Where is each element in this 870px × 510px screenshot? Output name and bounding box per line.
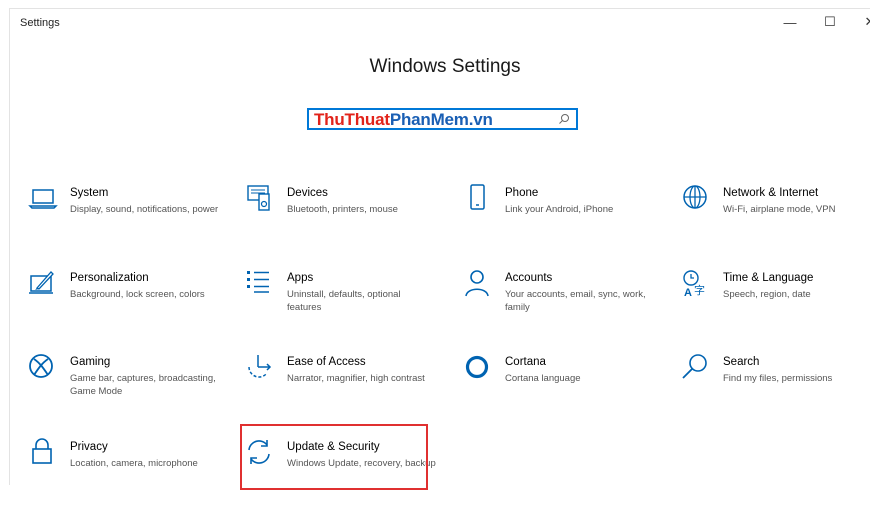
tile-time-language[interactable]: A 字 Time & Language Speech, region, date: [681, 269, 870, 341]
tile-description: Cortana language: [505, 373, 581, 384]
tile-label: Devices: [287, 187, 328, 199]
tile-label: Apps: [287, 272, 314, 284]
search-box[interactable]: ThuThuatPhanMem.vn: [307, 108, 578, 130]
tile-label: Time & Language: [723, 272, 814, 284]
globe-icon: [683, 185, 707, 209]
tile-personalization[interactable]: Personalization Background, lock screen,…: [28, 269, 238, 341]
tile-network[interactable]: Network & Internet Wi-Fi, airplane mode,…: [681, 184, 870, 256]
close-button[interactable]: ✕: [850, 9, 870, 35]
tile-label: Privacy: [70, 441, 108, 453]
lock-icon: [32, 438, 52, 464]
phone-icon: [470, 184, 485, 210]
person-icon: [465, 270, 489, 297]
tile-cortana[interactable]: Cortana Cortana language: [463, 353, 673, 425]
tile-accounts[interactable]: Accounts Your accounts, email, sync, wor…: [463, 269, 673, 341]
tile-description: Link your Android, iPhone: [505, 204, 614, 215]
search-icon: [682, 354, 707, 379]
time-language-icon: A 字: [683, 270, 705, 299]
tile-description: Find my files, permissions: [723, 373, 833, 384]
page-title: Windows Settings: [369, 56, 521, 77]
paint-icon: [29, 271, 54, 294]
tile-system[interactable]: System Display, sound, notifications, po…: [28, 184, 238, 256]
apps-list-icon: [247, 271, 269, 293]
tile-description: Location, camera, microphone: [70, 458, 198, 469]
tile-description: Display, sound, notifications, power: [70, 204, 219, 215]
highlight-box: [240, 424, 428, 490]
tile-description: Wi-Fi, airplane mode, VPN: [723, 204, 836, 215]
tile-label: Accounts: [505, 272, 553, 284]
tile-phone[interactable]: Phone Link your Android, iPhone: [463, 184, 673, 256]
tile-apps[interactable]: Apps Uninstall, defaults, optional featu…: [245, 269, 455, 341]
tile-label: Phone: [505, 187, 539, 199]
window-title: Settings: [20, 17, 60, 29]
tile-search[interactable]: Search Find my files, permissions: [681, 353, 870, 425]
cortana-icon: [465, 355, 489, 379]
ease-of-access-icon: [248, 355, 272, 378]
svg-text:字: 字: [694, 283, 705, 297]
tile-gaming[interactable]: Gaming Game bar, captures, broadcasting,…: [28, 353, 238, 425]
devices-icon: [247, 185, 270, 211]
search-input[interactable]: [315, 112, 545, 128]
maximize-button[interactable]: ☐: [810, 9, 850, 35]
tile-ease-of-access[interactable]: Ease of Access Narrator, magnifier, high…: [245, 353, 455, 425]
search-icon[interactable]: [558, 113, 570, 125]
tile-label: System: [70, 187, 109, 199]
title-bar: Settings — ☐ ✕: [10, 9, 870, 35]
xbox-icon: [29, 354, 53, 378]
tile-description: Background, lock screen, colors: [70, 289, 205, 300]
svg-text:A: A: [684, 287, 692, 299]
tile-description: Game bar, captures, broadcasting, Game M…: [70, 373, 216, 397]
tile-description: Bluetooth, printers, mouse: [287, 204, 398, 215]
tile-label: Search: [723, 356, 760, 368]
tile-label: Personalization: [70, 272, 149, 284]
tile-description: Speech, region, date: [723, 289, 811, 300]
tile-devices[interactable]: Devices Bluetooth, printers, mouse: [245, 184, 455, 256]
tile-description: Narrator, magnifier, high contrast: [287, 373, 425, 384]
tile-label: Gaming: [70, 356, 111, 368]
tile-label: Network & Internet: [723, 187, 819, 199]
laptop-icon: [28, 189, 58, 209]
tile-label: Cortana: [505, 356, 546, 368]
tile-label: Ease of Access: [287, 356, 366, 368]
tile-description: Uninstall, defaults, optional features: [287, 289, 401, 313]
tile-privacy[interactable]: Privacy Location, camera, microphone: [28, 438, 238, 510]
tile-description: Your accounts, email, sync, work, family: [505, 289, 646, 313]
minimize-button[interactable]: —: [770, 9, 810, 35]
